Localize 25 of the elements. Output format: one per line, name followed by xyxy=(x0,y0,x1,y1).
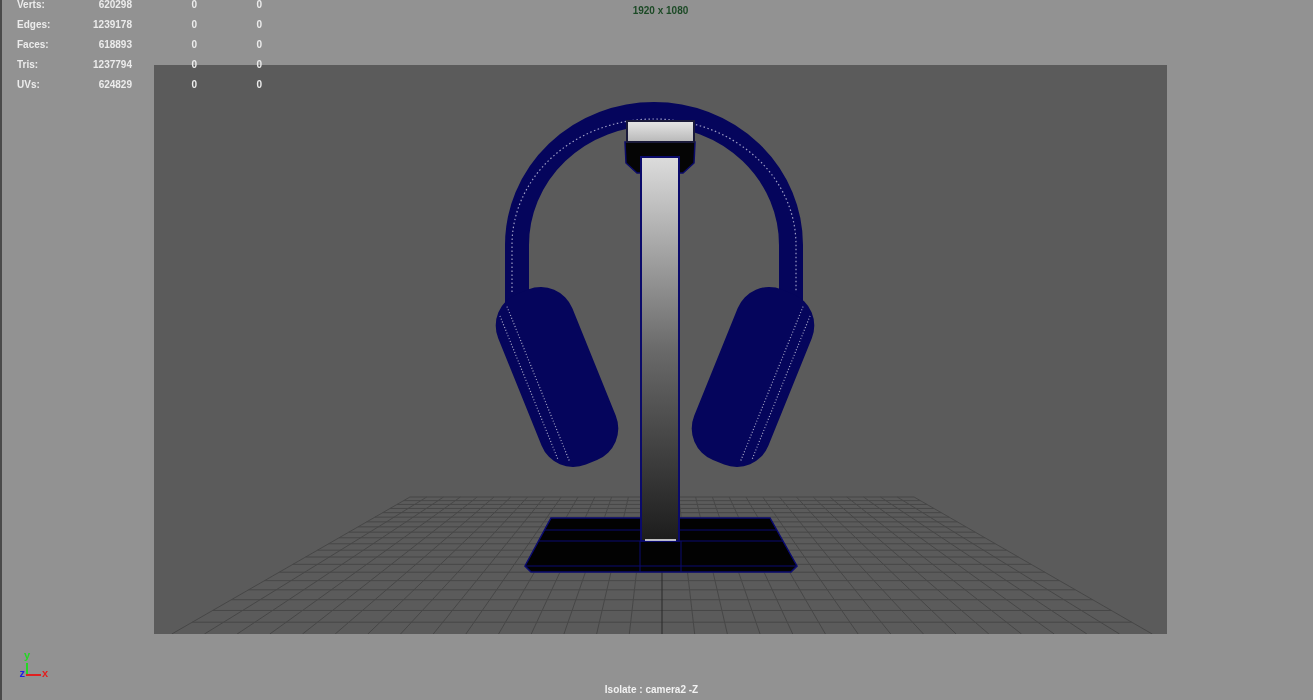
resolution-label: 1920 x 1080 xyxy=(632,5,689,17)
stat-cell: 0 xyxy=(256,0,262,11)
stat-cell: 0 xyxy=(191,39,197,51)
stat-value: 618893 xyxy=(98,39,132,51)
camera-isolate-label: Isolate : camera2 -Z xyxy=(604,684,699,696)
stat-cell: 0 xyxy=(191,79,197,91)
axis-label: y xyxy=(23,649,31,661)
stat-cell: 0 xyxy=(256,19,262,31)
stat-value: 1237794 xyxy=(93,59,132,71)
stat-cell: 0 xyxy=(191,0,197,11)
stat-label: Edges: xyxy=(17,19,51,31)
stat-label: Tris: xyxy=(17,59,39,71)
stat-label: UVs: xyxy=(17,79,40,91)
stat-cell: 0 xyxy=(191,59,197,71)
stat-cell: 0 xyxy=(256,39,262,51)
stat-value: 620298 xyxy=(98,0,132,11)
stat-cell: 0 xyxy=(256,59,262,71)
stat-value: 1239178 xyxy=(93,19,132,31)
stat-value: 624829 xyxy=(98,79,132,91)
stat-cell: 0 xyxy=(256,79,262,91)
axis-label: z xyxy=(19,667,25,679)
stat-label: Verts: xyxy=(17,0,45,11)
stat-cell: 0 xyxy=(191,19,197,31)
axis-label: x xyxy=(41,667,49,679)
stat-label: Faces: xyxy=(17,39,49,51)
